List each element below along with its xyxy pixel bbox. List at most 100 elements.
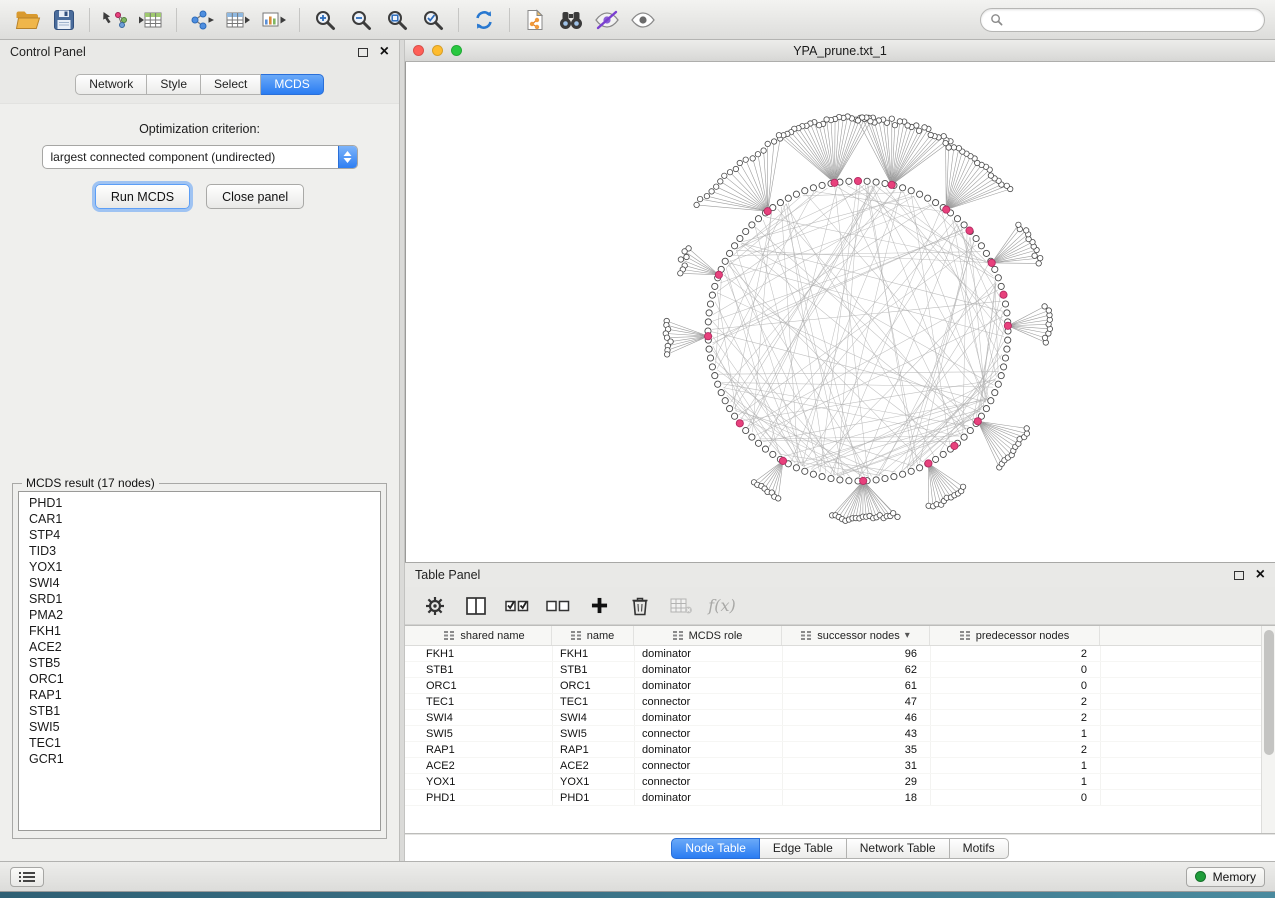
close-table-panel-icon[interactable]: × <box>1256 567 1265 583</box>
export-table-button[interactable] <box>220 4 256 36</box>
mcds-result-list[interactable]: PHD1CAR1STP4TID3YOX1SWI4SRD1PMA2FKH1ACE2… <box>18 491 381 831</box>
save-session-button[interactable] <box>46 4 82 36</box>
tab-select[interactable]: Select <box>201 74 261 95</box>
cell-MCDS-role: dominator <box>635 790 783 805</box>
tab-network[interactable]: Network <box>75 74 147 95</box>
export-image-button[interactable] <box>256 4 292 36</box>
table-row[interactable]: RAP1RAP1dominator352 <box>405 742 1261 758</box>
close-panel-icon[interactable]: × <box>380 44 389 60</box>
table-panel: Table Panel × <box>405 562 1275 861</box>
result-node-item[interactable]: CAR1 <box>19 511 380 527</box>
float-table-panel-icon[interactable] <box>1234 571 1244 580</box>
share-document-button[interactable] <box>517 4 553 36</box>
refresh-icon <box>473 9 495 31</box>
cell-successor-nodes: 18 <box>783 790 931 805</box>
cell-predecessor-nodes: 0 <box>931 678 1101 693</box>
tab-mcds[interactable]: MCDS <box>261 74 323 95</box>
table-row[interactable]: SWI4SWI4dominator462 <box>405 710 1261 726</box>
delete-column-button[interactable] <box>626 592 654 620</box>
scrollbar-thumb[interactable] <box>1264 630 1274 755</box>
deselect-all-button[interactable] <box>544 592 572 620</box>
table-row[interactable]: SWI5SWI5connector431 <box>405 726 1261 742</box>
result-node-item[interactable]: STB5 <box>19 655 380 671</box>
import-network-button[interactable] <box>97 4 133 36</box>
window-minimize-button[interactable] <box>432 45 443 56</box>
cell-name: RAP1 <box>553 742 635 757</box>
table-settings-button[interactable] <box>421 592 449 620</box>
result-node-item[interactable]: GCR1 <box>19 751 380 767</box>
close-panel-button[interactable]: Close panel <box>206 184 304 209</box>
select-all-button[interactable] <box>503 592 531 620</box>
table-row[interactable]: YOX1YOX1connector291 <box>405 774 1261 790</box>
column-header-shared-name[interactable]: shared name <box>418 626 552 645</box>
tab-node-table[interactable]: Node Table <box>671 838 760 859</box>
result-node-item[interactable]: SWI4 <box>19 575 380 591</box>
table-row[interactable]: FKH1FKH1dominator962 <box>405 646 1261 662</box>
tab-motifs[interactable]: Motifs <box>950 838 1009 859</box>
show-graphics-button[interactable] <box>625 4 661 36</box>
column-header-name[interactable]: name <box>552 626 634 645</box>
status-menu-button[interactable] <box>10 867 44 887</box>
cell-shared-name: SWI4 <box>419 710 553 725</box>
result-node-item[interactable]: STP4 <box>19 527 380 543</box>
column-browser-button[interactable] <box>462 592 490 620</box>
import-table-button[interactable] <box>133 4 169 36</box>
network-window-titlebar[interactable]: YPA_prune.txt_1 <box>405 40 1275 62</box>
control-panel-title: Control Panel <box>10 45 86 59</box>
result-node-item[interactable]: STB1 <box>19 703 380 719</box>
search-box[interactable] <box>980 8 1265 32</box>
result-node-item[interactable]: YOX1 <box>19 559 380 575</box>
function-builder-button: f(x) <box>708 592 736 620</box>
optimization-criterion-label: Optimization criterion: <box>0 122 399 136</box>
cell-successor-nodes: 35 <box>783 742 931 757</box>
column-header-successor-nodes[interactable]: successor nodes▾ <box>782 626 930 645</box>
cell-shared-name: YOX1 <box>419 774 553 789</box>
cell-successor-nodes: 29 <box>783 774 931 789</box>
search-input[interactable] <box>1009 13 1255 27</box>
tab-style[interactable]: Style <box>147 74 201 95</box>
open-file-button[interactable] <box>10 4 46 36</box>
zoom-in-button[interactable] <box>307 4 343 36</box>
status-bar: Memory <box>0 861 1275 891</box>
result-node-item[interactable]: SWI5 <box>19 719 380 735</box>
cell-name: SWI5 <box>553 726 635 741</box>
float-panel-icon[interactable] <box>358 48 368 57</box>
result-node-item[interactable]: TEC1 <box>19 735 380 751</box>
result-node-item[interactable]: PMA2 <box>19 607 380 623</box>
tab-edge-table[interactable]: Edge Table <box>760 838 847 859</box>
table-scrollbar[interactable] <box>1261 626 1275 833</box>
add-column-button[interactable] <box>585 592 613 620</box>
zoom-selected-button[interactable] <box>415 4 451 36</box>
table-row[interactable]: TEC1TEC1connector472 <box>405 694 1261 710</box>
result-node-item[interactable]: SRD1 <box>19 591 380 607</box>
memory-button[interactable]: Memory <box>1186 867 1265 887</box>
column-header-MCDS-role[interactable]: MCDS role <box>634 626 782 645</box>
tab-network-table[interactable]: Network Table <box>847 838 950 859</box>
result-node-item[interactable]: TID3 <box>19 543 380 559</box>
network-canvas[interactable] <box>405 62 1275 562</box>
memory-label: Memory <box>1213 870 1256 884</box>
result-node-item[interactable]: ACE2 <box>19 639 380 655</box>
table-row[interactable]: ORC1ORC1dominator610 <box>405 678 1261 694</box>
cell-successor-nodes: 96 <box>783 646 931 661</box>
run-mcds-button[interactable]: Run MCDS <box>95 184 190 209</box>
export-network-button[interactable] <box>184 4 220 36</box>
optimization-criterion-select[interactable]: largest connected component (undirected) <box>42 145 358 169</box>
window-maximize-button[interactable] <box>451 45 462 56</box>
zoom-out-button[interactable] <box>343 4 379 36</box>
search-network-button[interactable] <box>553 4 589 36</box>
table-row[interactable]: STB1STB1dominator620 <box>405 662 1261 678</box>
result-node-item[interactable]: ORC1 <box>19 671 380 687</box>
window-close-button[interactable] <box>413 45 424 56</box>
apply-layout-button[interactable] <box>466 4 502 36</box>
column-header-predecessor-nodes[interactable]: predecessor nodes <box>930 626 1100 645</box>
result-node-item[interactable]: PHD1 <box>19 495 380 511</box>
open-folder-icon <box>15 9 41 31</box>
result-node-item[interactable]: FKH1 <box>19 623 380 639</box>
result-node-item[interactable]: RAP1 <box>19 687 380 703</box>
hide-graphics-button[interactable] <box>589 4 625 36</box>
zoom-fit-button[interactable] <box>379 4 415 36</box>
table-row[interactable]: PHD1PHD1dominator180 <box>405 790 1261 806</box>
cell-MCDS-role: connector <box>635 774 783 789</box>
table-row[interactable]: ACE2ACE2connector311 <box>405 758 1261 774</box>
